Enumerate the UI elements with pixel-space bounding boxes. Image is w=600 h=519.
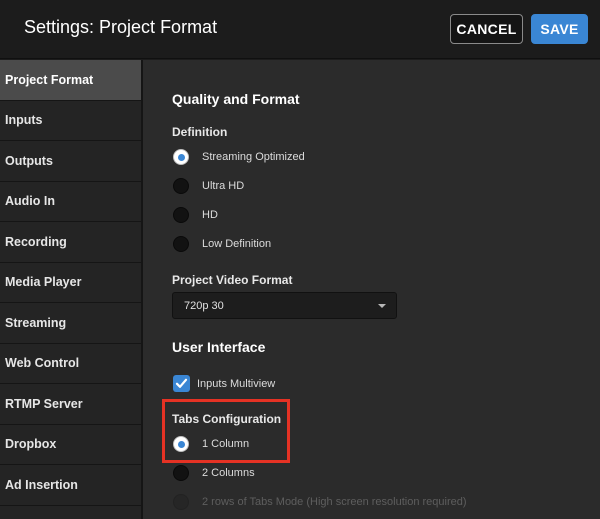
- radio-label: 2 Columns: [202, 467, 255, 479]
- video-format-label: Project Video Format: [172, 273, 293, 287]
- radio-unselected-icon[interactable]: [173, 207, 189, 223]
- radio-unselected-icon[interactable]: [173, 178, 189, 194]
- video-format-value: 720p 30: [184, 299, 224, 312]
- sidebar-item-recording[interactable]: Recording: [0, 222, 141, 263]
- dropdown-arrow-icon: [378, 304, 386, 308]
- radio-unselected-icon[interactable]: [173, 236, 189, 252]
- sidebar-item-streaming[interactable]: Streaming: [0, 303, 141, 344]
- sidebar-item-web-control[interactable]: Web Control: [0, 344, 141, 384]
- sidebar-item-ad-insertion[interactable]: Ad Insertion: [0, 465, 141, 506]
- radio-label: Ultra HD: [202, 180, 245, 192]
- sidebar-item-project-format[interactable]: Project Format: [0, 60, 141, 101]
- radio-unselected-icon[interactable]: [173, 465, 189, 481]
- checkbox-checked-icon[interactable]: [173, 375, 190, 392]
- tabs-option-2-columns[interactable]: 2 Columns: [173, 465, 255, 481]
- definition-option-ultra-hd[interactable]: Ultra HD: [173, 178, 244, 194]
- sidebar-item-dropbox[interactable]: Dropbox: [0, 425, 141, 465]
- save-button[interactable]: SAVE: [531, 14, 588, 44]
- radio-label: Low Definition: [202, 238, 272, 250]
- definition-label: Definition: [172, 125, 228, 139]
- radio-label: HD: [202, 209, 218, 221]
- sidebar-item-audio-in[interactable]: Audio In: [0, 182, 141, 222]
- user-interface-heading: User Interface: [172, 339, 266, 355]
- page-title: Settings: Project Format: [24, 17, 218, 37]
- sidebar-item-media-player[interactable]: Media Player: [0, 263, 141, 303]
- quality-format-heading: Quality and Format: [172, 91, 300, 107]
- sidebar-item-rtmp-server[interactable]: RTMP Server: [0, 384, 141, 425]
- radio-label: 2 rows of Tabs Mode (High screen resolut…: [202, 496, 467, 508]
- sidebar-item-outputs[interactable]: Outputs: [0, 141, 141, 182]
- definition-option-streaming-optimized[interactable]: Streaming Optimized: [173, 149, 305, 165]
- inputs-multiview-checkbox-row[interactable]: Inputs Multiview: [173, 375, 275, 392]
- definition-option-low-definition[interactable]: Low Definition: [173, 236, 271, 252]
- radio-disabled-icon: [173, 494, 189, 510]
- tabs-option-2-rows-disabled: 2 rows of Tabs Mode (High screen resolut…: [173, 494, 467, 510]
- inputs-multiview-label: Inputs Multiview: [197, 377, 276, 390]
- radio-label: Streaming Optimized: [202, 151, 305, 163]
- tabs-configuration-highlight-box: [162, 399, 290, 463]
- settings-header: Settings: Project Format CANCEL SAVE: [0, 0, 600, 59]
- video-format-select[interactable]: 720p 30: [172, 292, 397, 319]
- sidebar-item-inputs[interactable]: Inputs: [0, 101, 141, 141]
- definition-option-hd[interactable]: HD: [173, 207, 218, 223]
- radio-selected-icon[interactable]: [173, 149, 189, 165]
- settings-sidebar: Project Format Inputs Outputs Audio In R…: [0, 60, 141, 519]
- cancel-button[interactable]: CANCEL: [450, 14, 523, 44]
